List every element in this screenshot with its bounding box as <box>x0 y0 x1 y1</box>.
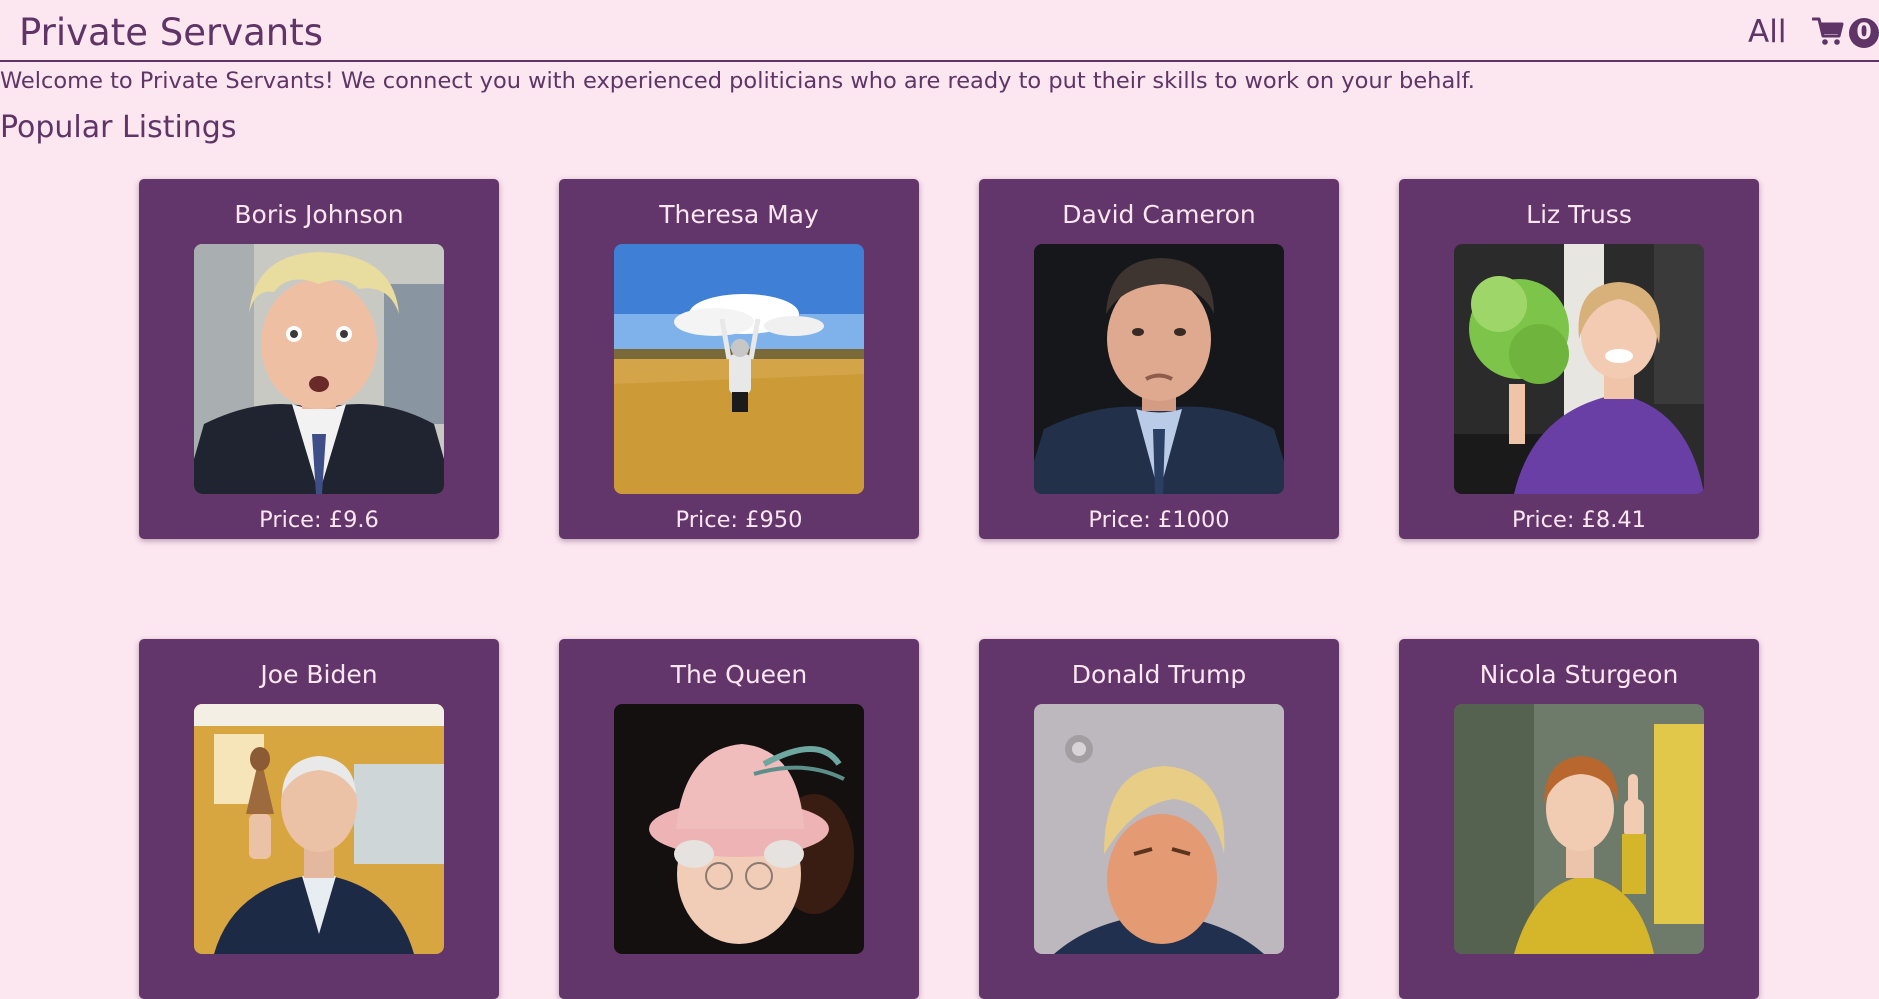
cart-icon <box>1812 17 1844 45</box>
listing-name: David Cameron <box>1062 200 1256 229</box>
the-queen-photo[interactable] <box>614 704 864 954</box>
section-title: Popular Listings <box>0 110 237 145</box>
nav-all-link[interactable]: All <box>1748 13 1786 51</box>
donald-trump-photo[interactable] <box>1034 704 1284 954</box>
listing-name: Joe Biden <box>260 660 378 689</box>
listing-card[interactable]: David Cameron Price: £1000 <box>979 179 1339 539</box>
listing-name: Liz Truss <box>1526 200 1632 229</box>
theresa-may-photo[interactable] <box>614 244 864 494</box>
listing-card[interactable]: Nicola Sturgeon <box>1399 639 1759 999</box>
listing-price: Price: £9.6 <box>259 507 379 533</box>
listing-name: Theresa May <box>659 200 819 229</box>
listing-card[interactable]: Boris Johnson Price: £9.6 <box>139 179 499 539</box>
joe-biden-photo[interactable] <box>194 704 444 954</box>
liz-truss-photo[interactable] <box>1454 244 1704 494</box>
listing-price: Price: £8.41 <box>1511 507 1647 533</box>
listing-card[interactable]: The Queen <box>559 639 919 999</box>
david-cameron-photo[interactable] <box>1034 244 1284 494</box>
listing-card[interactable]: Donald Trump <box>979 639 1339 999</box>
nicola-sturgeon-photo[interactable] <box>1454 704 1704 954</box>
listing-name: The Queen <box>670 660 808 689</box>
listing-name: Boris Johnson <box>234 200 404 229</box>
listing-card[interactable]: Theresa May Price: £950 <box>559 179 919 539</box>
listing-name: Nicola Sturgeon <box>1479 660 1679 689</box>
listing-price: Price: £950 <box>675 507 803 533</box>
site-brand[interactable]: Private Servants <box>19 10 323 55</box>
cart-button[interactable]: 0 <box>1812 14 1879 50</box>
cart-count-badge: 0 <box>1849 18 1879 48</box>
welcome-text: Welcome to Private Servants! We connect … <box>0 68 1475 94</box>
listings-grid: Boris Johnson Price: £9.6 Theresa May Pr… <box>139 179 1759 999</box>
top-navbar: Private Servants All 0 <box>0 0 1879 62</box>
listing-name: Donald Trump <box>1071 660 1247 689</box>
listing-card[interactable]: Liz Truss Price: £8.41 <box>1399 179 1759 539</box>
listing-card[interactable]: Joe Biden <box>139 639 499 999</box>
listing-price: Price: £1000 <box>1088 507 1230 533</box>
boris-johnson-photo[interactable] <box>194 244 444 494</box>
